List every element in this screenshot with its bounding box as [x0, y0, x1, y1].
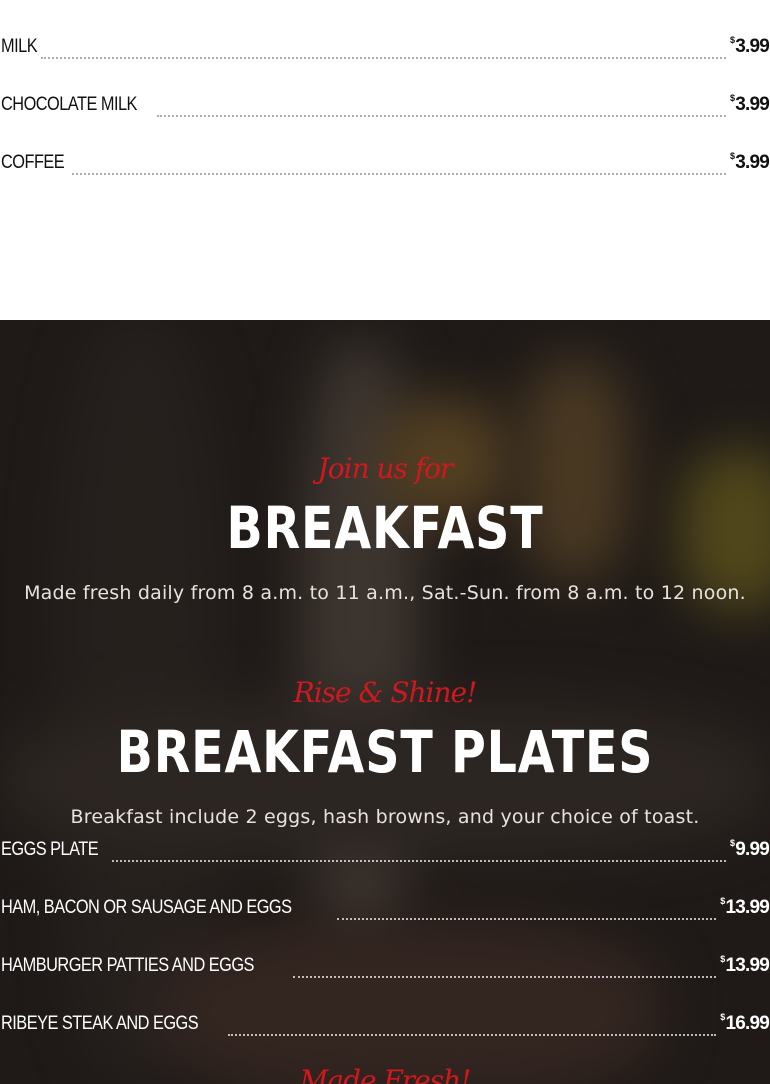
price-value: 3.99	[735, 36, 770, 57]
menu-row-partial	[1, 0, 769, 8]
item-name: EGGS PLATE	[1, 839, 99, 860]
item-price: $13.99	[720, 896, 770, 919]
item-name: RIBEYE STEAK AND EGGS	[1, 1013, 199, 1034]
item-name: COFFEE	[1, 152, 65, 173]
section-script-heading: Join us for	[317, 452, 454, 485]
plates-description: Breakfast include 2 eggs, hash browns, a…	[70, 806, 700, 828]
menu-item-milk: MILK $3.99	[1, 35, 770, 65]
item-price: $13.99	[720, 954, 770, 977]
leader-dots	[40, 57, 726, 59]
menu-item-hamburger-patties-eggs: HAMBURGER PATTIES AND EGGS $13.99	[1, 954, 770, 984]
price-value: 16.99	[725, 1013, 769, 1034]
plates-title: BREAKFAST PLATES	[116, 718, 654, 786]
leader-dots	[336, 918, 717, 920]
currency-symbol: $	[730, 35, 735, 45]
item-price: $3.99	[730, 35, 770, 58]
item-price: $16.99	[720, 1012, 770, 1035]
price-value: 13.99	[725, 955, 769, 976]
plates-script-heading: Rise & Shine!	[293, 676, 478, 709]
price-value: 9.99	[735, 839, 770, 860]
currency-symbol: $	[730, 838, 735, 848]
leader-dots	[72, 173, 726, 175]
section-hours: Made fresh daily from 8 a.m. to 11 a.m.,…	[24, 582, 746, 604]
currency-symbol: $	[720, 954, 725, 964]
breakfast-section: Join us for BREAKFAST Made fresh daily f…	[0, 320, 770, 1084]
next-section-script-heading: Made Fresh!	[299, 1064, 472, 1084]
item-name: HAMBURGER PATTIES AND EGGS	[1, 955, 254, 976]
menu-item-ribeye-steak-eggs: RIBEYE STEAK AND EGGS $16.99	[1, 1012, 770, 1042]
leader-dots	[228, 1034, 717, 1036]
item-price: $3.99	[730, 93, 770, 116]
menu-item-chocolate-milk: CHOCOLATE MILK $3.99	[1, 93, 770, 123]
currency-symbol: $	[730, 151, 735, 161]
price-value: 13.99	[725, 897, 769, 918]
leader-dots	[111, 860, 726, 862]
currency-symbol: $	[730, 93, 735, 103]
item-price: $9.99	[730, 838, 770, 861]
price-value: 3.99	[735, 152, 770, 173]
item-price: $3.99	[730, 151, 770, 174]
price-value: 3.99	[735, 94, 770, 115]
menu-item-coffee: COFFEE $3.99	[1, 151, 770, 181]
item-name: CHOCOLATE MILK	[1, 94, 137, 115]
item-name: MILK	[1, 36, 38, 57]
item-name: HAM, BACON OR SAUSAGE AND EGGS	[1, 897, 292, 918]
currency-symbol: $	[720, 896, 725, 906]
menu-item-eggs-plate: EGGS PLATE $9.99	[1, 838, 770, 868]
section-title: BREAKFAST	[226, 494, 544, 562]
currency-symbol: $	[720, 1012, 725, 1022]
menu-item-ham-bacon-sausage-eggs: HAM, BACON OR SAUSAGE AND EGGS $13.99	[1, 896, 770, 926]
leader-dots	[157, 115, 726, 117]
leader-dots	[293, 976, 717, 978]
